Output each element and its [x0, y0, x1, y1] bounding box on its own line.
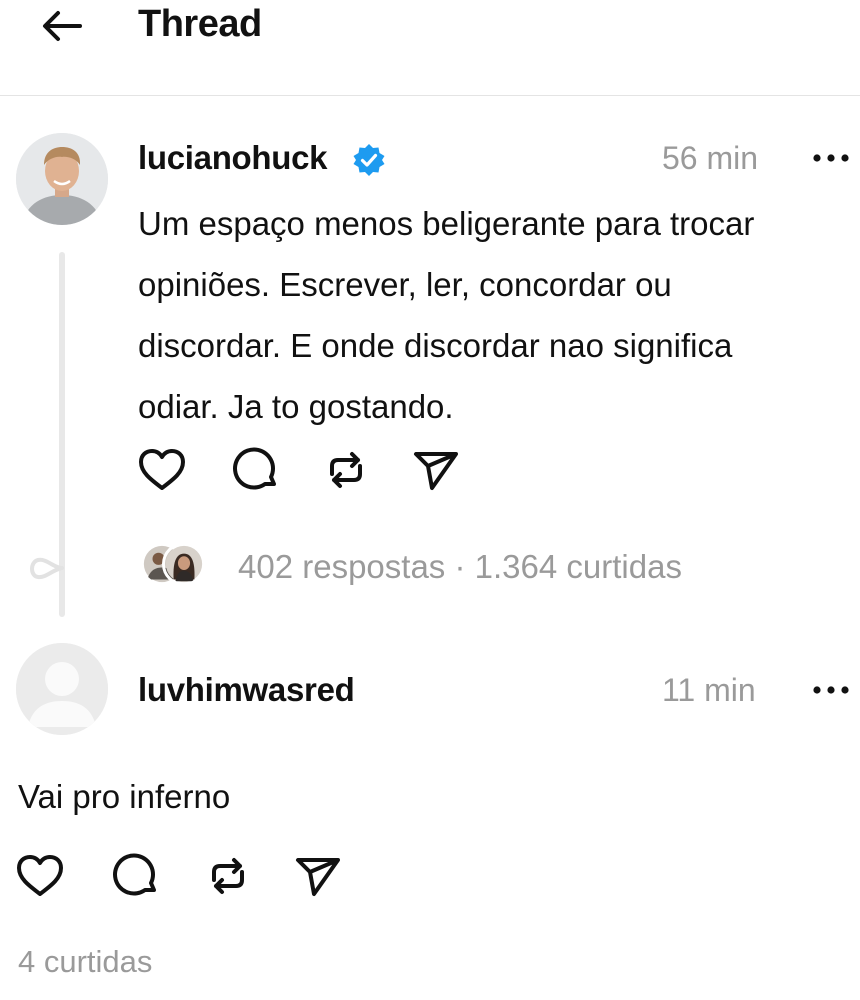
post-stats: 402 respostas · 1.364 curtidas [238, 545, 682, 589]
likes-count[interactable]: 1.364 curtidas [475, 548, 682, 585]
default-avatar-icon [16, 643, 108, 735]
post-body: Um espaço menos beligerante para trocar … [138, 193, 848, 437]
more-dots-icon[interactable] [808, 680, 854, 700]
verified-badge-icon [353, 144, 385, 176]
post-line: discordar. E onde discordar nao signific… [138, 327, 733, 364]
send-icon[interactable] [292, 850, 344, 902]
post-line: Um espaço menos beligerante para trocar [138, 205, 755, 242]
post-line: odiar. Ja to gostando. [138, 388, 454, 425]
replies-count[interactable]: 402 respostas [238, 548, 445, 585]
heart-icon[interactable] [136, 444, 188, 496]
reply-likes-count[interactable]: 4 curtidas [18, 940, 152, 984]
replier-avatar [162, 542, 206, 586]
post-timestamp: 56 min [662, 140, 759, 176]
post-line: opiniões. Escrever, ler, concordar ou [138, 266, 672, 303]
reply-body: Vai pro inferno [18, 778, 231, 815]
comment-icon[interactable] [110, 850, 162, 902]
thread-loop-icon [30, 557, 64, 580]
comment-icon[interactable] [230, 444, 282, 496]
avatar[interactable] [16, 133, 108, 225]
repost-icon[interactable] [320, 444, 372, 496]
post-username[interactable]: lucianohuck [138, 138, 328, 178]
page-title: Thread [138, 3, 262, 45]
avatar[interactable] [16, 643, 108, 735]
stats-separator: · [454, 548, 466, 585]
more-dots-icon[interactable] [808, 148, 854, 168]
app-header: Thread [0, 0, 860, 96]
reply-timestamp: 11 min [662, 672, 756, 708]
replier-avatars [140, 542, 210, 588]
repost-icon[interactable] [202, 850, 254, 902]
arrow-left-icon [43, 11, 82, 41]
send-icon[interactable] [410, 444, 462, 496]
heart-icon[interactable] [14, 850, 66, 902]
profile-photo [16, 133, 108, 225]
back-button[interactable] [36, 6, 88, 46]
reply-username[interactable]: luvhimwasred [138, 670, 355, 710]
